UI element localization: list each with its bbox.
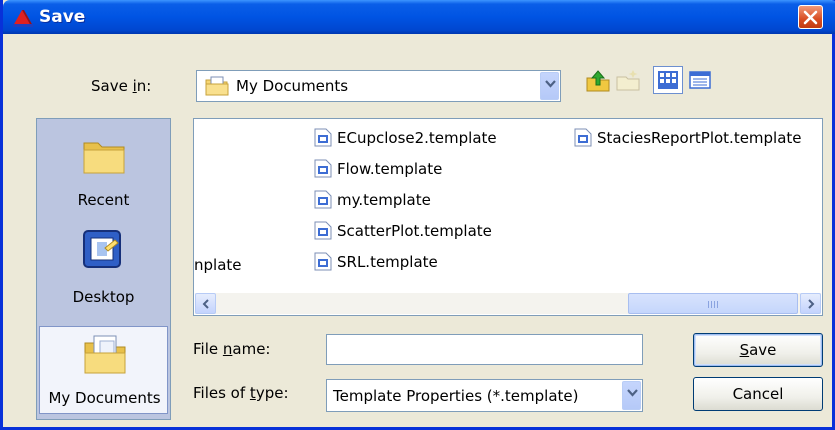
file-type-value: Template Properties (*.template) — [333, 387, 579, 405]
template-file-icon — [574, 128, 592, 147]
title-bar[interactable]: Save — [3, 0, 835, 34]
scroll-right-button[interactable] — [800, 293, 821, 314]
save-in-dropdown-arrow[interactable] — [540, 72, 559, 100]
places-item-label: Recent — [77, 191, 130, 209]
list-view-button[interactable] — [653, 66, 683, 94]
chevron-left-icon — [202, 299, 209, 309]
file-list[interactable]: nplate ECupclose2.template Flow.template… — [193, 118, 823, 316]
my-documents-icon — [84, 335, 126, 374]
places-item-label: My Documents — [48, 389, 161, 407]
app-logo-icon — [13, 10, 33, 27]
scroll-left-button[interactable] — [195, 293, 216, 314]
template-file-icon — [314, 128, 332, 147]
file-type-dropdown[interactable]: Template Properties (*.template) — [326, 379, 643, 412]
window-title: Save — [39, 7, 86, 27]
desktop-icon — [83, 230, 121, 268]
horizontal-scrollbar[interactable] — [195, 293, 821, 314]
places-item-desktop[interactable]: Desktop — [37, 222, 170, 306]
close-icon — [803, 10, 818, 25]
save-dialog: Save Save in: My Documents Recent Deskto… — [0, 0, 835, 430]
places-item-label: Desktop — [72, 288, 135, 306]
up-one-level-icon[interactable] — [585, 68, 611, 92]
chevron-down-icon — [545, 80, 556, 88]
save-in-value: My Documents — [236, 77, 349, 95]
file-type-label: Files of type: — [193, 384, 289, 402]
places-bar: Recent Desktop My Documents — [36, 118, 171, 420]
file-type-dropdown-arrow[interactable] — [622, 381, 641, 410]
save-in-label: Save in: — [91, 77, 152, 95]
places-item-my-documents[interactable]: My Documents — [39, 326, 168, 414]
template-file-icon — [314, 221, 332, 240]
my-documents-folder-icon — [205, 76, 229, 96]
chevron-right-icon — [808, 299, 815, 309]
save-button[interactable]: Save — [693, 333, 823, 367]
details-view-icon[interactable] — [687, 68, 713, 92]
close-button[interactable] — [798, 5, 823, 29]
new-folder-icon[interactable] — [615, 68, 641, 92]
chevron-down-icon — [627, 389, 638, 397]
list-view-icon — [658, 71, 678, 89]
recent-folder-icon — [83, 142, 125, 174]
template-file-icon — [314, 190, 332, 209]
scrollbar-thumb[interactable] — [628, 293, 798, 314]
template-file-icon — [314, 159, 332, 178]
cancel-button[interactable]: Cancel — [693, 377, 823, 411]
file-name-label: File name: — [193, 340, 271, 358]
places-item-recent[interactable]: Recent — [37, 129, 170, 221]
template-file-icon — [314, 252, 332, 271]
file-name-input[interactable] — [326, 334, 643, 365]
scrollbar-grip — [708, 301, 720, 308]
save-in-dropdown[interactable]: My Documents — [196, 70, 561, 102]
